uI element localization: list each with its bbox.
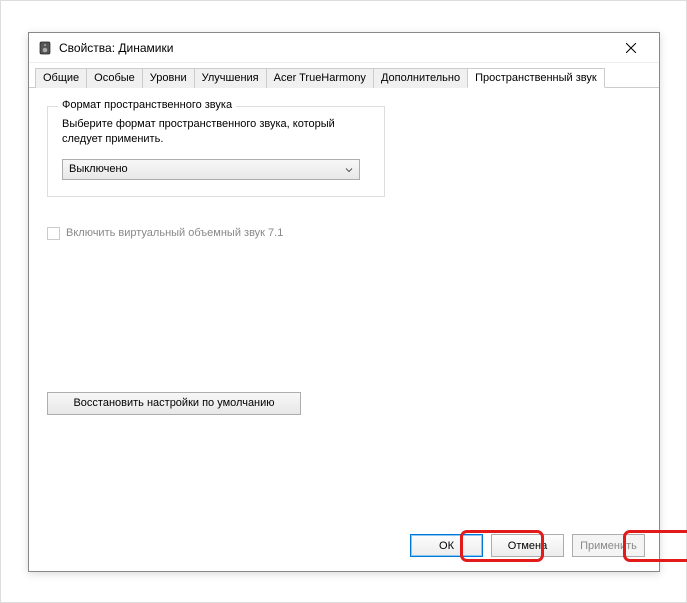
titlebar: Свойства: Динамики: [29, 33, 659, 63]
checkbox-label: Включить виртуальный объемный звук 7.1: [66, 227, 283, 239]
tab-spatial-sound[interactable]: Пространственный звук: [467, 68, 605, 88]
tab-custom[interactable]: Особые: [86, 68, 143, 88]
tab-content: Формат пространственного звука Выберите …: [29, 88, 659, 429]
restore-defaults-button[interactable]: Восстановить настройки по умолчанию: [47, 392, 301, 415]
cancel-button[interactable]: Отмена: [491, 534, 564, 557]
close-button[interactable]: [611, 34, 651, 62]
dropdown-value: Выключено: [69, 163, 345, 175]
tab-general[interactable]: Общие: [35, 68, 87, 88]
virtual-surround-row: Включить виртуальный объемный звук 7.1: [47, 227, 641, 240]
virtual-surround-checkbox[interactable]: [47, 227, 60, 240]
window-title: Свойства: Динамики: [59, 41, 611, 55]
tab-levels[interactable]: Уровни: [142, 68, 195, 88]
close-icon: [626, 43, 636, 53]
chevron-down-icon: [345, 165, 353, 173]
ok-button[interactable]: ОК: [410, 534, 483, 557]
spatial-format-dropdown[interactable]: Выключено: [62, 159, 360, 180]
properties-dialog: Свойства: Динамики Общие Особые Уровни У…: [28, 32, 660, 572]
dialog-button-bar: ОК Отмена Применить: [410, 534, 645, 557]
group-title: Формат пространственного звука: [58, 99, 236, 111]
spatial-format-group: Формат пространственного звука Выберите …: [47, 106, 385, 197]
apply-button[interactable]: Применить: [572, 534, 645, 557]
tab-trueharmony[interactable]: Acer TrueHarmony: [266, 68, 374, 88]
group-description: Выберите формат пространственного звука,…: [62, 117, 370, 147]
tab-advanced[interactable]: Дополнительно: [373, 68, 468, 88]
speaker-icon: [37, 40, 53, 56]
tab-strip: Общие Особые Уровни Улучшения Acer TrueH…: [29, 67, 659, 88]
tab-enhancements[interactable]: Улучшения: [194, 68, 267, 88]
